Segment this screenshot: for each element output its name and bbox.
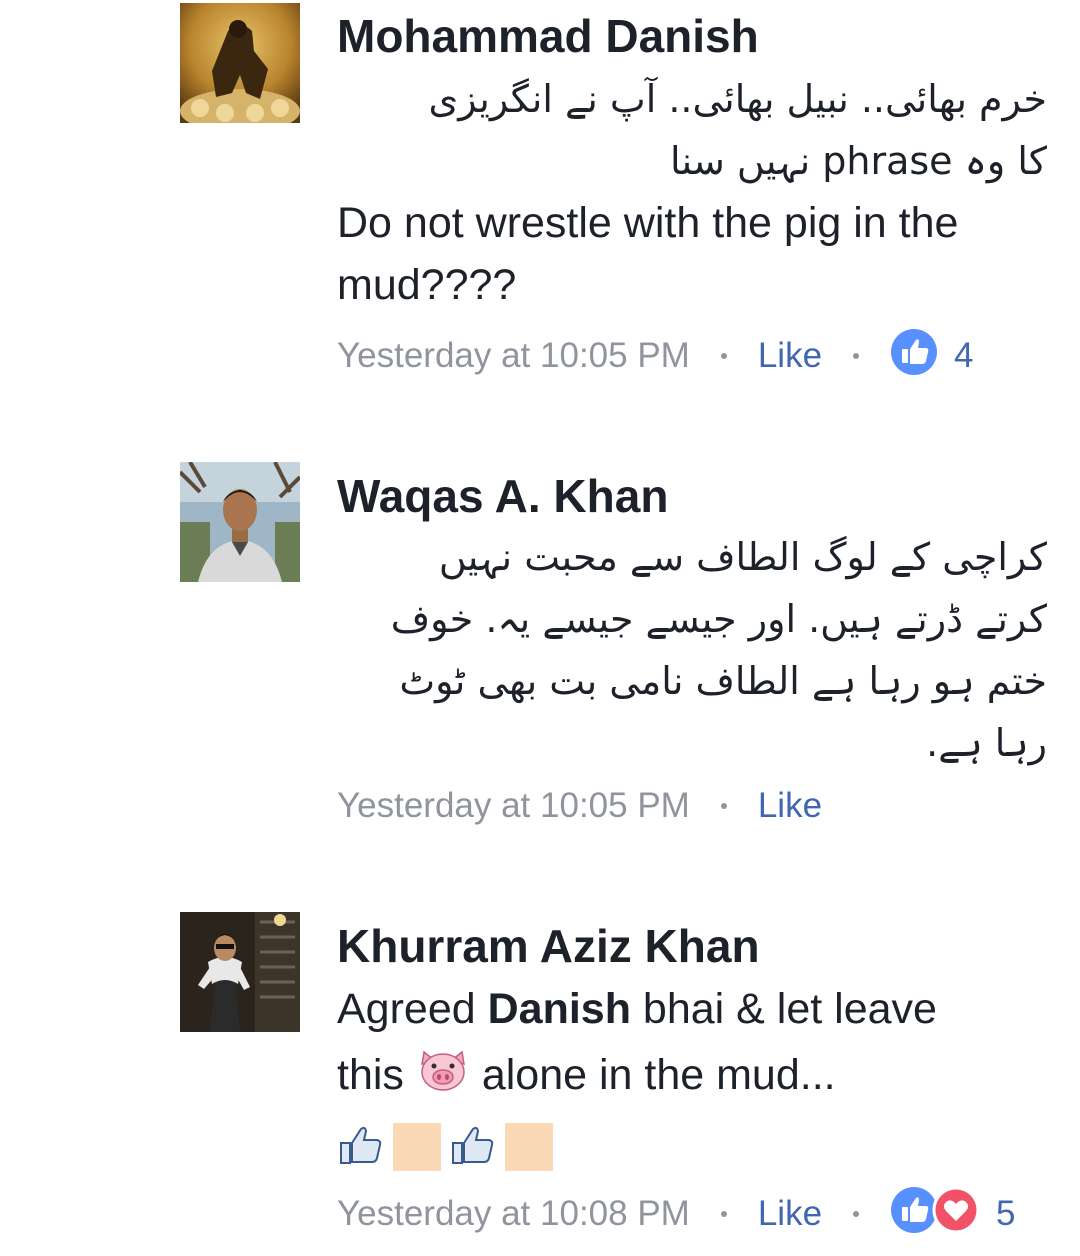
mention-link[interactable]: Danish — [488, 985, 631, 1033]
comment-text: Agreed Danish bhai & let leave this alon… — [337, 976, 1047, 1111]
comment-timestamp[interactable]: Yesterday at 10:08 PM — [337, 1194, 690, 1234]
like-reaction-icon — [890, 328, 938, 385]
comment-timestamp[interactable]: Yesterday at 10:05 PM — [337, 336, 690, 376]
avatar[interactable] — [180, 3, 300, 123]
like-button[interactable]: Like — [758, 336, 822, 376]
reactions-summary[interactable]: 4 — [890, 328, 974, 385]
thumbs-up-outline-emoji-icon — [337, 1121, 385, 1174]
comment-author[interactable]: Khurram Aziz Khan — [337, 918, 1047, 974]
comment-meta: Yesterday at 10:05 PM Like 4 — [337, 328, 974, 381]
thumbs-up-outline-emoji-icon — [449, 1121, 497, 1174]
reaction-count: 5 — [996, 1194, 1016, 1233]
separator-dot — [853, 353, 860, 359]
comment-text-urdu: کراچی کے لوگ الطاف سے محبت نہیں کرتے ڈرت… — [390, 535, 1047, 765]
emoji-row — [337, 1121, 1047, 1174]
separator-dot — [720, 353, 727, 359]
separator-dot — [720, 803, 727, 809]
like-button[interactable]: Like — [758, 786, 822, 826]
avatar[interactable] — [180, 912, 300, 1032]
love-reaction-icon — [932, 1186, 980, 1243]
like-reaction-icon — [890, 1186, 938, 1243]
separator-dot — [853, 1211, 860, 1217]
avatar[interactable] — [180, 462, 300, 582]
comment-author[interactable]: Mohammad Danish — [337, 8, 1047, 64]
comment-text-urdu: خرم بھائی.. نبیل بھائی.. آپ نے انگریزی ک… — [428, 77, 1047, 183]
reaction-count: 4 — [954, 336, 974, 375]
pig-face-emoji-icon — [418, 1045, 468, 1111]
comment-author[interactable]: Waqas A. Khan — [337, 468, 1047, 524]
reactions-summary[interactable]: 5 — [890, 1186, 1016, 1243]
separator-dot — [720, 1211, 727, 1217]
like-button[interactable]: Like — [758, 1194, 822, 1234]
skin-tone-modifier-icon — [393, 1123, 441, 1172]
comment-timestamp[interactable]: Yesterday at 10:05 PM — [337, 786, 690, 826]
skin-tone-modifier-icon — [505, 1123, 553, 1172]
comment-meta: Yesterday at 10:08 PM Like 5 — [337, 1186, 1016, 1239]
comment-text: Do not wrestle with the pig in the mud??… — [337, 199, 959, 309]
comment-meta: Yesterday at 10:05 PM Like — [337, 781, 822, 831]
